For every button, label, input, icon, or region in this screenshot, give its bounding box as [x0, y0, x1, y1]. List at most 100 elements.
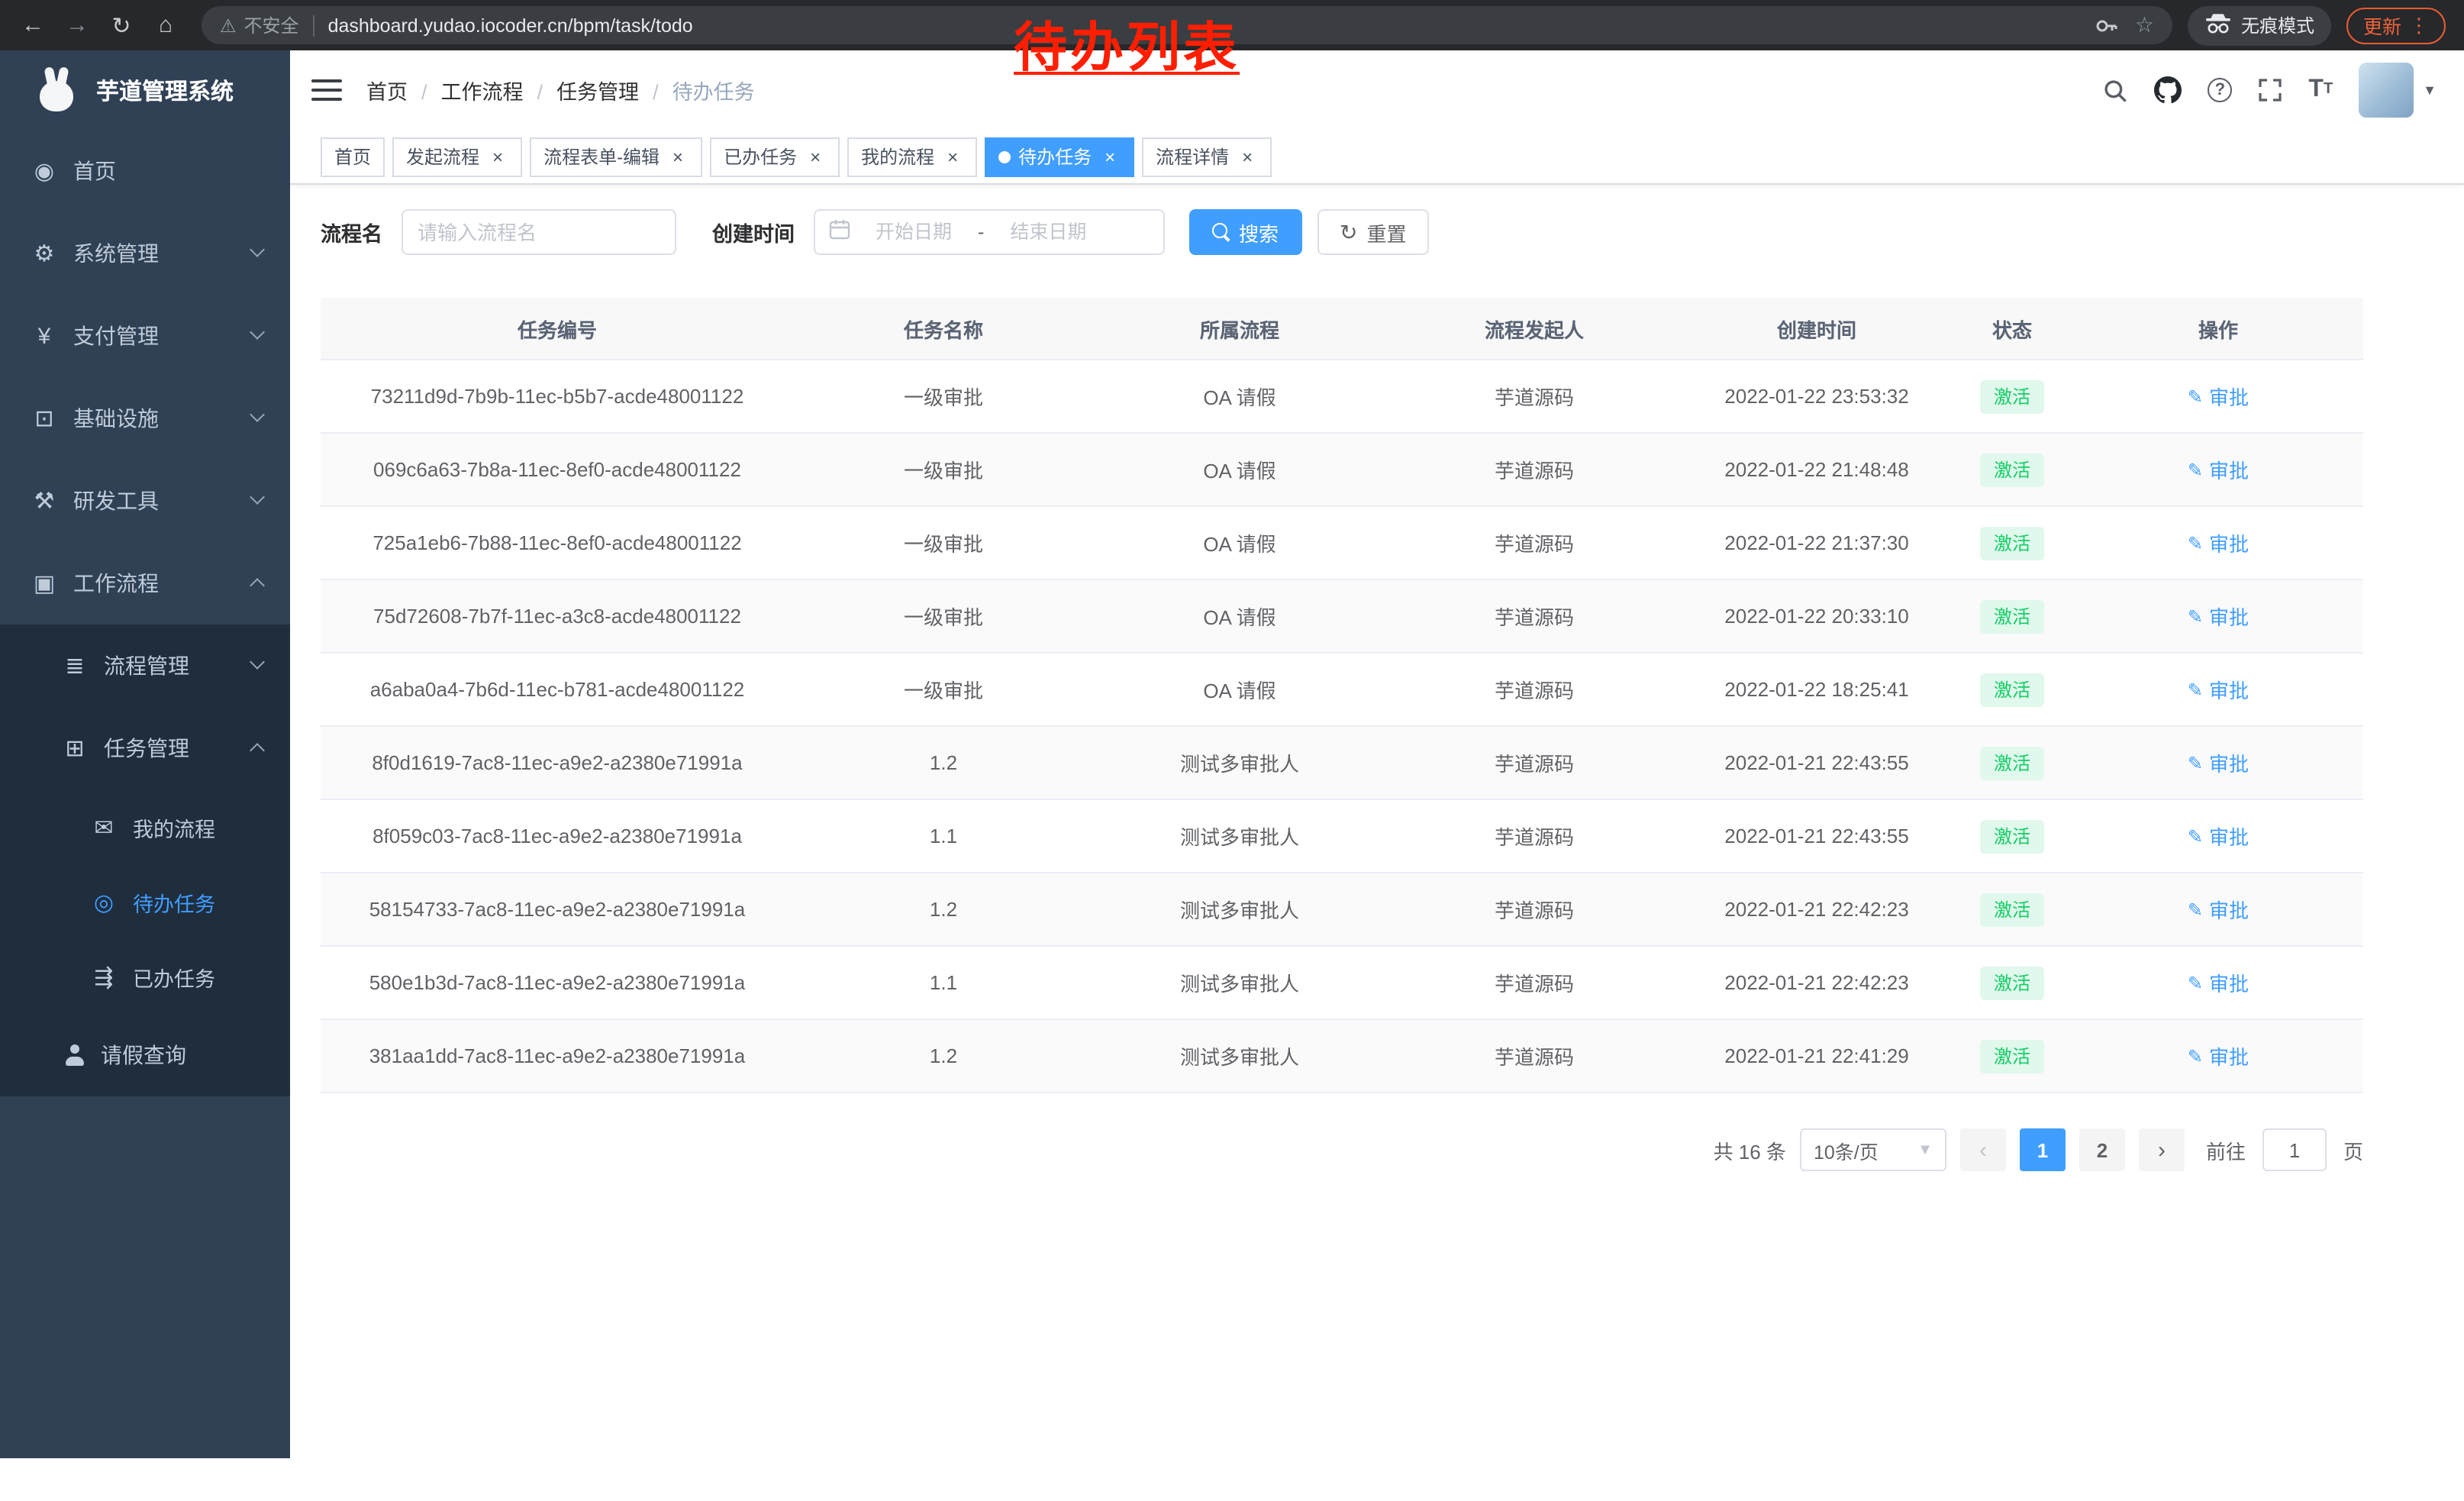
sidebar-item-payment-management[interactable]: ¥ 支付管理: [0, 295, 290, 377]
search-button[interactable]: 搜索: [1188, 209, 1301, 255]
status-badge: 激活: [1980, 819, 2044, 853]
tab-close-icon[interactable]: ×: [667, 146, 689, 167]
sidebar-item-label: 请假查询: [101, 1040, 186, 1070]
tab[interactable]: 流程详情 ×: [1142, 137, 1272, 176]
date-range-picker[interactable]: -: [813, 209, 1164, 255]
sidebar-item-label: 已办任务: [133, 961, 215, 992]
next-page-button[interactable]: ›: [2139, 1128, 2185, 1171]
breadcrumb-workflow[interactable]: 工作流程: [441, 75, 543, 105]
active-dot: [998, 150, 1011, 163]
reset-button[interactable]: ↻ 重置: [1317, 209, 1430, 255]
tab[interactable]: 待办任务 ×: [985, 137, 1134, 176]
tab-close-icon[interactable]: ×: [487, 146, 508, 167]
cell-task-name: 一级审批: [794, 507, 1093, 579]
tab-label: 流程详情: [1156, 144, 1229, 169]
breadcrumb-task-management[interactable]: 任务管理: [556, 75, 659, 105]
home-icon[interactable]: ⌂: [145, 5, 186, 46]
table-row: 8f059c03-7ac8-11ec-a9e2-a2380e71991a 1.1…: [321, 799, 2363, 872]
cell-process: 测试多审批人: [1093, 727, 1386, 799]
dashboard-icon: ◉: [29, 157, 60, 185]
table-row: 73211d9d-7b9b-11ec-b5b7-acde48001122 一级审…: [321, 359, 2363, 432]
sidebar-item-label: 流程管理: [104, 650, 189, 681]
sidebar-item-workflow[interactable]: ▣ 工作流程: [0, 542, 290, 625]
list-icon: ≣: [60, 652, 90, 679]
sidebar: 芋道管理系统 ◉ 首页 ⚙ 系统管理 ¥ 支付管理 ⊡: [0, 50, 290, 1458]
security-label[interactable]: 不安全: [244, 12, 299, 38]
approve-link[interactable]: ✎ 审批: [2188, 1041, 2249, 1070]
sidebar-item-dev-tools[interactable]: ⚒ 研发工具: [0, 460, 290, 542]
font-size-icon[interactable]: TT: [2308, 78, 2333, 102]
approve-link[interactable]: ✎ 审批: [2188, 895, 2249, 924]
sidebar-item-infrastructure[interactable]: ⊡ 基础设施: [0, 377, 290, 460]
sidebar-item-task-management[interactable]: ⊞ 任务管理: [0, 707, 290, 789]
table-row: 58154733-7ac8-11ec-a9e2-a2380e71991a 1.2…: [321, 872, 2363, 945]
avatar[interactable]: [2359, 63, 2414, 118]
sidebar-item-system-management[interactable]: ⚙ 系统管理: [0, 212, 290, 295]
goto-page-input[interactable]: [2262, 1128, 2327, 1171]
chevron-down-icon: ▼: [2423, 82, 2437, 98]
help-icon[interactable]: ?: [2208, 78, 2232, 102]
tags-view: 首页 × 发起流程 × 流程表单-编辑 × 已办任务 × 我的流程: [290, 130, 2464, 185]
sidebar-item-todo-tasks[interactable]: ◎ 待办任务: [0, 864, 290, 939]
user-menu[interactable]: ▼: [2359, 63, 2437, 118]
tab[interactable]: 我的流程 ×: [847, 137, 977, 176]
forward-icon[interactable]: →: [56, 5, 98, 46]
edit-icon: ✎: [2188, 1045, 2203, 1067]
back-icon[interactable]: ←: [12, 5, 53, 46]
process-name-input[interactable]: [401, 209, 676, 255]
approve-link[interactable]: ✎ 审批: [2188, 528, 2249, 557]
tab-close-icon[interactable]: ×: [1237, 146, 1258, 167]
status-badge: 激活: [1980, 1039, 2044, 1073]
approve-link[interactable]: ✎ 审批: [2188, 748, 2249, 777]
start-date-input[interactable]: [859, 221, 969, 243]
sidebar-item-done-tasks[interactable]: ⇶ 已办任务: [0, 939, 290, 1014]
tab[interactable]: 流程表单-编辑 ×: [530, 137, 702, 176]
cell-process: 测试多审批人: [1093, 947, 1386, 1018]
cell-created: 2022-01-21 22:43:55: [1682, 800, 1951, 872]
message-icon: ✉: [89, 813, 119, 841]
key-icon[interactable]: [2095, 13, 2120, 37]
sidebar-item-my-processes[interactable]: ✉ 我的流程: [0, 789, 290, 864]
table-row: 8f0d1619-7ac8-11ec-a9e2-a2380e71991a 1.2…: [321, 725, 2363, 799]
sidebar-item-home[interactable]: ◉ 首页: [0, 130, 290, 212]
page-size-select[interactable]: 10条/页 ▼: [1800, 1128, 1946, 1171]
search-icon[interactable]: [2102, 77, 2128, 103]
tab-close-icon[interactable]: ×: [942, 146, 963, 167]
table-body: 73211d9d-7b9b-11ec-b5b7-acde48001122 一级审…: [321, 359, 2363, 1092]
end-date-input[interactable]: [993, 221, 1103, 243]
warning-icon: ⚠: [220, 15, 237, 36]
tab-close-icon[interactable]: ×: [1099, 146, 1121, 167]
prev-page-button[interactable]: ‹: [1960, 1128, 2006, 1171]
update-button[interactable]: 更新 ⋮: [2346, 7, 2446, 44]
browser-menu-icon[interactable]: ⋮: [2409, 13, 2429, 37]
tab[interactable]: 已办任务 ×: [710, 137, 840, 176]
page-number-button[interactable]: 1: [2020, 1128, 2066, 1171]
chevron-up-icon: [250, 743, 265, 758]
approve-link[interactable]: ✎ 审批: [2188, 675, 2249, 704]
refresh-icon[interactable]: ↻: [101, 5, 142, 46]
fullscreen-icon[interactable]: [2258, 78, 2282, 102]
tab[interactable]: 发起流程 ×: [392, 137, 522, 176]
page-number-button[interactable]: 2: [2079, 1128, 2125, 1171]
sidebar-item-process-management[interactable]: ≣ 流程管理: [0, 625, 290, 707]
app-logo[interactable]: 芋道管理系统: [0, 50, 290, 130]
chevron-down-icon: [250, 489, 265, 505]
bookmark-star-icon[interactable]: ☆: [2135, 12, 2154, 38]
approve-link[interactable]: ✎ 审批: [2188, 382, 2249, 411]
url-text[interactable]: dashboard.yudao.iocoder.cn/bpm/task/todo: [328, 15, 693, 36]
approve-link[interactable]: ✎ 审批: [2188, 968, 2249, 997]
sidebar-item-leave-query[interactable]: 请假查询: [0, 1014, 290, 1096]
approve-link[interactable]: ✎ 审批: [2188, 822, 2249, 851]
cell-task-name: 1.2: [794, 727, 1093, 799]
approve-link[interactable]: ✎ 审批: [2188, 455, 2249, 484]
chevron-down-icon: [250, 242, 265, 257]
approve-link[interactable]: ✎ 审批: [2188, 602, 2249, 631]
tab[interactable]: 首页 ×: [321, 137, 385, 176]
github-icon[interactable]: [2154, 76, 2182, 104]
goto-suffix: 页: [2343, 1135, 2363, 1164]
tab-close-icon[interactable]: ×: [805, 146, 826, 167]
sidebar-collapse-icon[interactable]: [311, 78, 342, 102]
breadcrumb-home[interactable]: 首页: [366, 75, 427, 105]
cell-created: 2022-01-22 21:37:30: [1682, 507, 1951, 579]
status-badge: 激活: [1980, 746, 2044, 780]
